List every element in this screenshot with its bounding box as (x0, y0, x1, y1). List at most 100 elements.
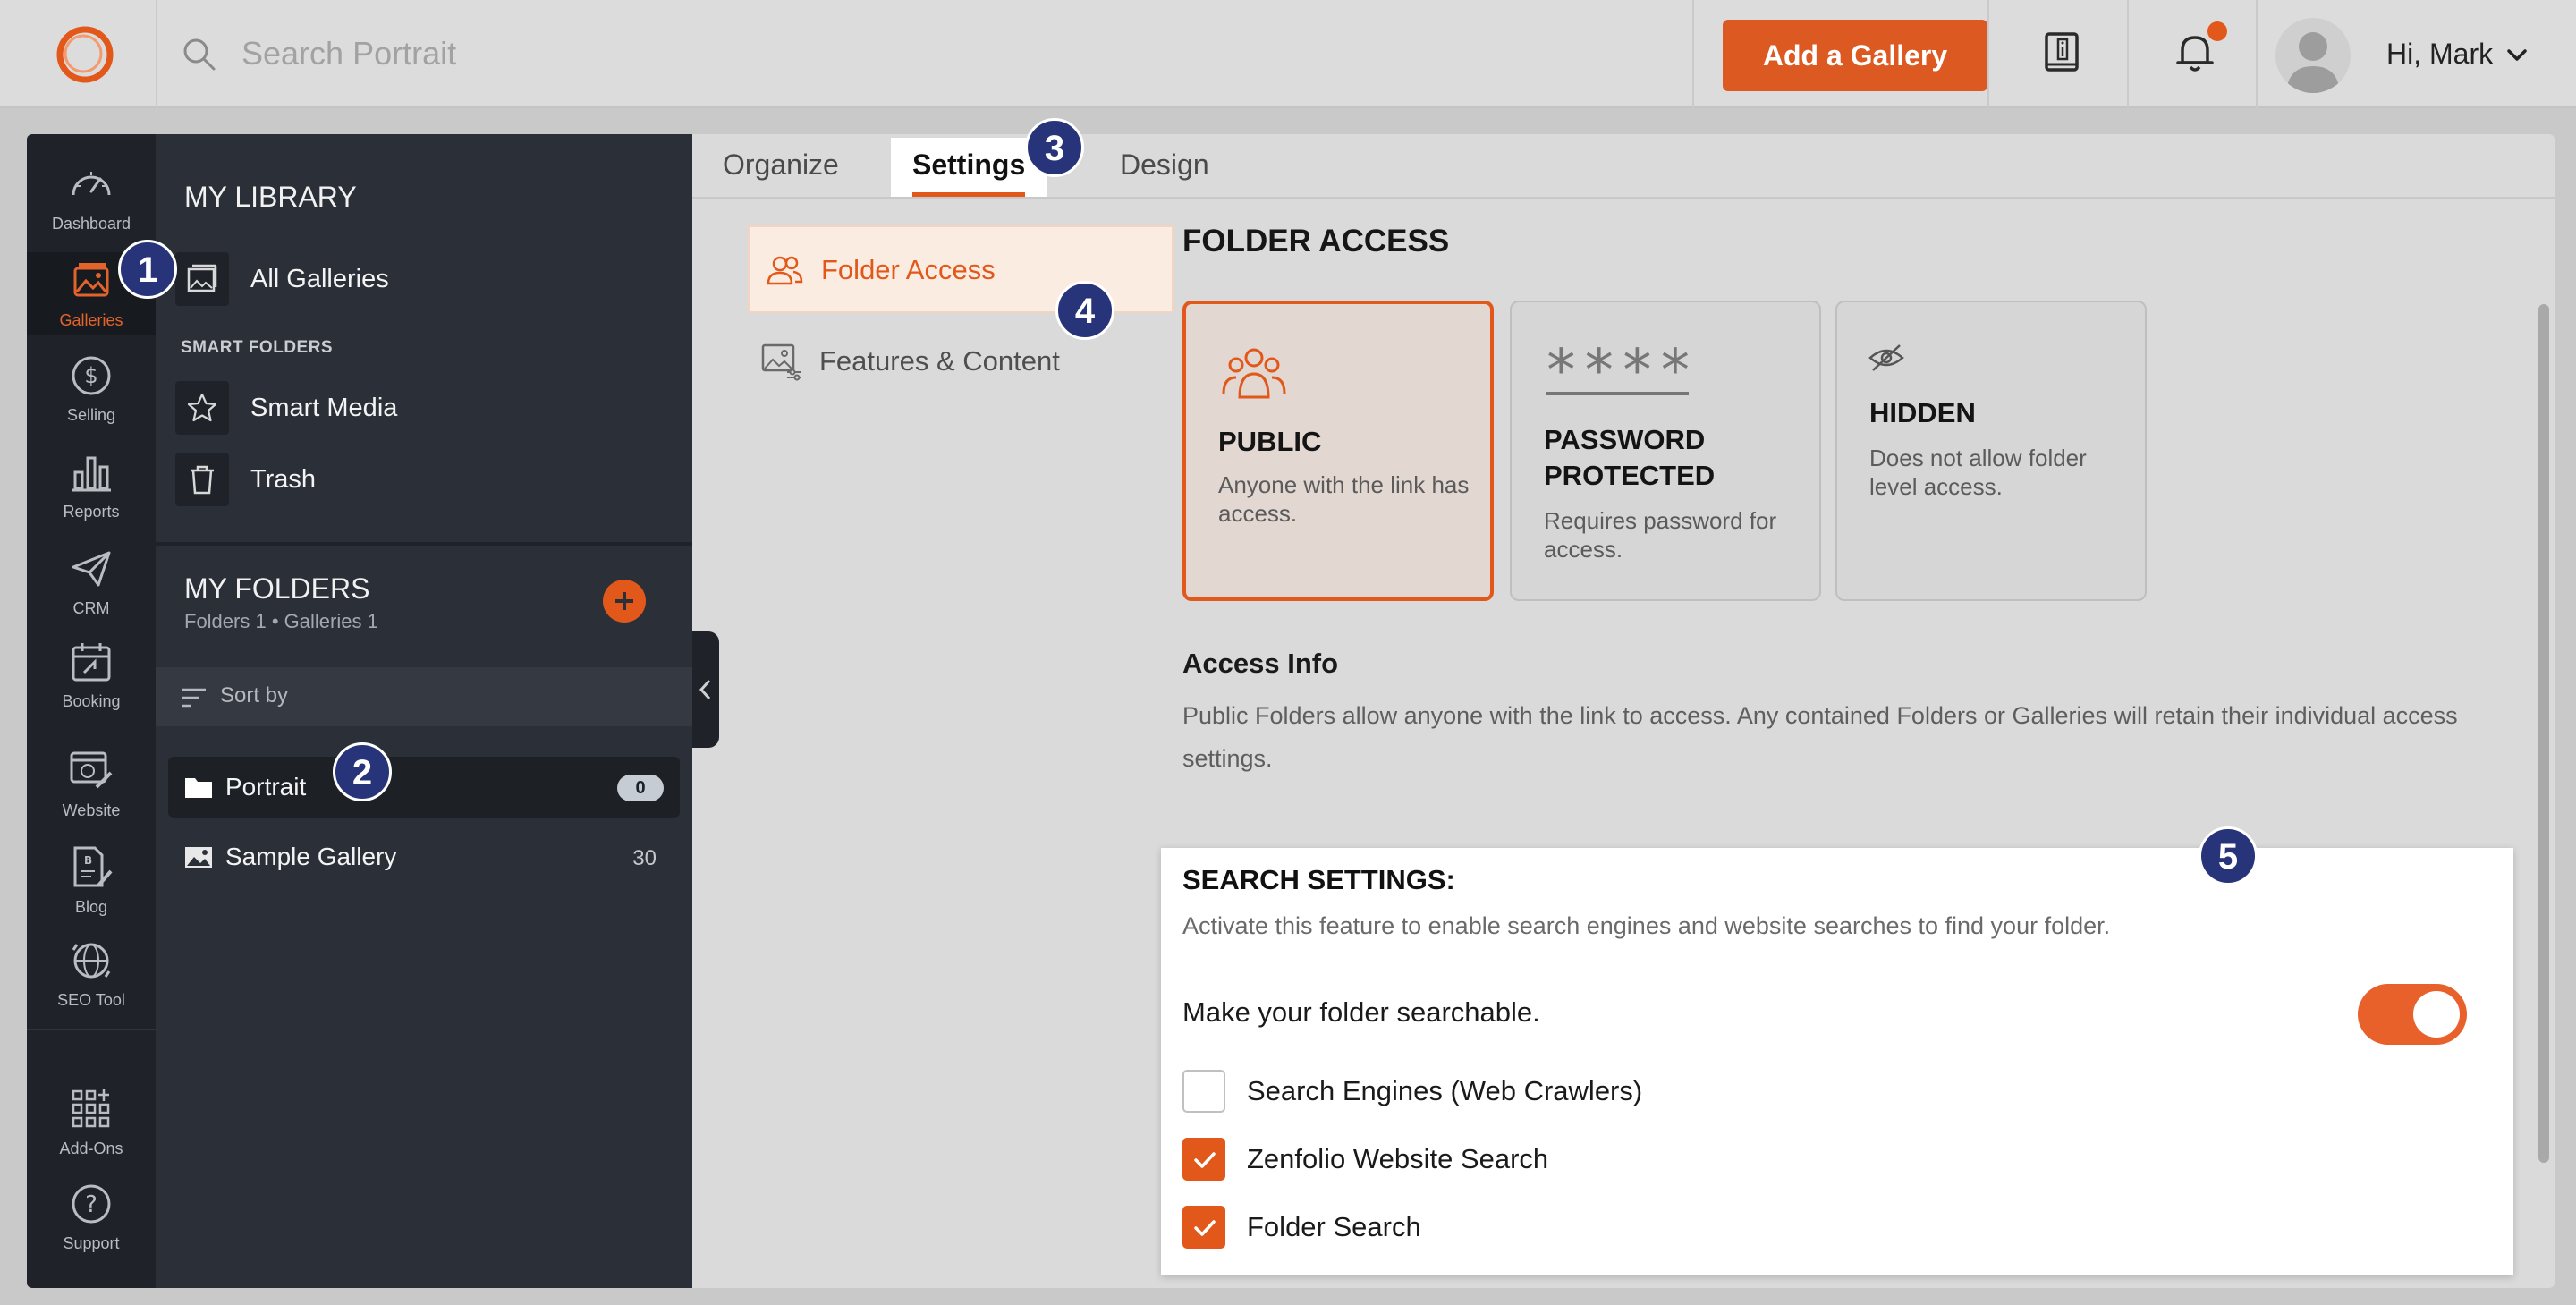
divider (1987, 0, 1989, 108)
icon-rail: Dashboard Galleries $ Selling Reports CR… (27, 134, 156, 1288)
subnav-features-content[interactable]: Features & Content (748, 333, 1174, 392)
calendar-icon (72, 643, 111, 682)
user-greeting[interactable]: Hi, Mark (2386, 38, 2493, 71)
access-info-text: Public Folders allow anyone with the lin… (1182, 702, 2458, 772)
rail-item-dashboard[interactable]: Dashboard (27, 161, 156, 236)
rail-label: Add-Ons (59, 1140, 123, 1157)
rail-item-booking[interactable]: Booking (27, 639, 156, 714)
divider (2127, 0, 2129, 108)
access-card-public[interactable]: PUBLIC Anyone with the link has access. (1182, 301, 1494, 601)
sort-by-control[interactable]: Sort by (156, 667, 692, 726)
all-galleries-label: All Galleries (250, 265, 389, 293)
option-folder-search[interactable]: Folder Search (1182, 1206, 2077, 1250)
rail-label: Website (62, 801, 121, 819)
tab-design[interactable]: Design (1098, 138, 1231, 197)
rail-item-crm[interactable]: CRM (27, 546, 156, 621)
rail-label: Galleries (59, 311, 123, 329)
rail-item-website[interactable]: Website (27, 748, 156, 823)
rail-item-seo-tool[interactable]: SEO Tool (27, 937, 156, 1013)
chevron-down-icon[interactable] (2504, 43, 2529, 68)
tab-organize[interactable]: Organize (701, 138, 860, 197)
divider (156, 0, 157, 108)
access-card-password-protected[interactable]: **** PASSWORD PROTECTED Requires passwor… (1510, 301, 1821, 601)
access-info-title: Access Info (1182, 648, 1339, 679)
question-icon: ? (72, 1184, 111, 1224)
blog-edit-icon: B (73, 846, 113, 887)
rail-label: SEO Tool (57, 991, 125, 1009)
image-icon (73, 263, 109, 297)
image-settings-icon (761, 343, 801, 381)
website-edit-icon (70, 751, 113, 789)
content-scrollbar[interactable] (2538, 304, 2549, 1163)
folder-search-checkbox[interactable] (1182, 1206, 1225, 1249)
option-zenfolio-website-search[interactable]: Zenfolio Website Search (1182, 1138, 2077, 1182)
eye-off-icon (1868, 344, 1904, 371)
card-title: HIDDEN (1869, 397, 1976, 428)
all-galleries-item[interactable]: All Galleries (175, 252, 658, 311)
search-settings-panel: SEARCH SETTINGS: Activate this feature t… (1161, 848, 2513, 1275)
divider (1692, 0, 1694, 108)
folder-item-portrait[interactable]: Portrait 0 (168, 757, 680, 818)
rail-label: Selling (66, 406, 116, 424)
step-marker-1: 1 (118, 240, 177, 299)
folder-icon (185, 778, 212, 798)
my-folders-title: MY FOLDERS (184, 572, 370, 605)
searchable-toggle[interactable] (2358, 984, 2467, 1045)
avatar[interactable] (2275, 18, 2351, 93)
smart-media-item[interactable]: Smart Media (175, 381, 658, 440)
add-gallery-button[interactable]: Add a Gallery (1723, 20, 1987, 91)
star-icon (187, 393, 217, 422)
gauge-icon (72, 172, 111, 196)
svg-text:$: $ (84, 363, 97, 388)
option-label: Search Engines (Web Crawlers) (1247, 1075, 1643, 1106)
rail-item-blog[interactable]: B Blog (27, 844, 156, 919)
rail-label: Booking (62, 692, 121, 710)
bar-chart-icon (72, 456, 111, 492)
card-title: PUBLIC (1218, 426, 1322, 457)
zenfolio-logo-icon[interactable] (54, 23, 116, 86)
website-search-checkbox[interactable] (1182, 1138, 1225, 1181)
trash-label: Trash (250, 465, 317, 494)
svg-text:B: B (84, 854, 92, 867)
guide-book-icon[interactable] (2038, 27, 2088, 77)
smart-folders-heading: SMART FOLDERS (181, 338, 334, 357)
mask-underline (1546, 392, 1689, 395)
rail-item-reports[interactable]: Reports (27, 449, 156, 524)
rail-label: Dashboard (51, 215, 131, 233)
checkmark-icon (1194, 1152, 1216, 1168)
search-input[interactable] (242, 27, 1583, 81)
tab-settings[interactable]: Settings (891, 138, 1047, 197)
card-title: PASSWORD PROTECTED (1544, 424, 1716, 491)
checkmark-icon (1194, 1220, 1216, 1236)
rail-item-selling[interactable]: $ Selling (27, 352, 156, 428)
rail-label: Support (63, 1234, 120, 1252)
rail-item-support[interactable]: ? Support (27, 1181, 156, 1256)
search-engines-checkbox[interactable] (1182, 1070, 1225, 1113)
plus-icon (615, 592, 633, 610)
step-marker-4: 4 (1055, 281, 1114, 340)
folder-count: 30 (632, 846, 657, 870)
subnav-label: Folder Access (821, 254, 996, 285)
rail-item-add-ons[interactable]: Add-Ons (27, 1086, 156, 1161)
users-icon (767, 256, 803, 285)
icon-box (175, 381, 229, 435)
collapse-sidebar-button[interactable] (692, 631, 719, 748)
icon-box (175, 453, 229, 506)
svg-text:?: ? (85, 1191, 97, 1218)
folder-item-sample-gallery[interactable]: Sample Gallery 30 (168, 826, 680, 887)
card-desc: Does not allow folder level access. (1869, 445, 2087, 500)
add-folder-button[interactable] (603, 580, 646, 623)
gallery-icon (187, 264, 217, 292)
option-search-engines[interactable]: Search Engines (Web Crawlers) (1182, 1070, 2077, 1114)
make-searchable-label: Make your folder searchable. (1182, 996, 1540, 1028)
trash-icon (191, 465, 214, 495)
trash-item[interactable]: Trash (175, 453, 658, 512)
top-bar: Add a Gallery Hi, Mark (0, 0, 2576, 108)
chevron-left-icon (699, 679, 711, 700)
tab-bar: Organize Settings Design (692, 134, 2555, 199)
access-card-hidden[interactable]: HIDDEN Does not allow folder level acces… (1835, 301, 2147, 601)
sort-icon (182, 688, 206, 708)
gallery-icon (185, 847, 212, 868)
folder-access-title: FOLDER ACCESS (1182, 224, 1450, 258)
step-marker-5: 5 (2199, 826, 2258, 886)
